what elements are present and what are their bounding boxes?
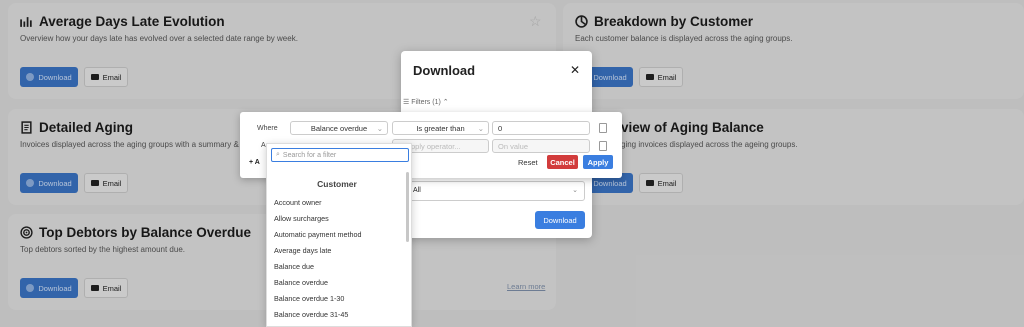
list-item[interactable]: Allow surcharges — [274, 214, 329, 223]
chevron-down-icon: ⌄ — [376, 123, 383, 133]
filter-search-input[interactable]: ⌕ Search for a filter — [271, 148, 409, 162]
value-input[interactable]: 0 — [492, 121, 590, 135]
trash-icon[interactable] — [599, 141, 607, 151]
group-header: Customer — [317, 179, 357, 189]
and-label: A — [261, 142, 266, 149]
chevron-down-icon: ⌄ — [477, 123, 484, 133]
search-icon: ⌕ — [276, 151, 280, 158]
value-input-2[interactable]: On value — [492, 139, 590, 153]
reset-button[interactable]: Reset — [518, 158, 538, 167]
apply-button[interactable]: Apply — [583, 155, 613, 169]
operator-select[interactable]: Is greater than ⌄ — [392, 121, 489, 135]
list-item[interactable]: Balance overdue — [274, 278, 328, 287]
add-filter-button[interactable]: + A — [249, 159, 260, 166]
modal-title: Download — [413, 63, 476, 78]
scrollbar[interactable] — [406, 172, 409, 242]
close-icon[interactable]: ✕ — [570, 63, 580, 77]
chevron-down-icon: ⌄ — [572, 187, 578, 194]
list-item[interactable]: Account owner — [274, 198, 322, 207]
where-label: Where — [257, 125, 278, 132]
cancel-button[interactable]: Cancel — [547, 155, 578, 169]
list-item[interactable]: Balance due — [274, 262, 314, 271]
list-item[interactable]: Balance overdue 31-45 — [274, 310, 348, 319]
list-item[interactable]: Average days late — [274, 246, 331, 255]
field-select[interactable]: Balance overdue ⌄ — [290, 121, 388, 135]
filter-field-dropdown: ⌕ Search for a filter Customer Account o… — [266, 143, 412, 327]
trash-icon[interactable] — [599, 123, 607, 133]
list-item[interactable]: Balance overdue 1-30 — [274, 294, 344, 303]
filters-toggle[interactable]: ☰ Filters (1) ⌃ — [403, 98, 449, 106]
list-item[interactable]: Automatic payment method — [274, 230, 362, 239]
range-select[interactable]: All ⌄ — [409, 181, 585, 201]
modal-download-button[interactable]: Download — [535, 211, 585, 229]
